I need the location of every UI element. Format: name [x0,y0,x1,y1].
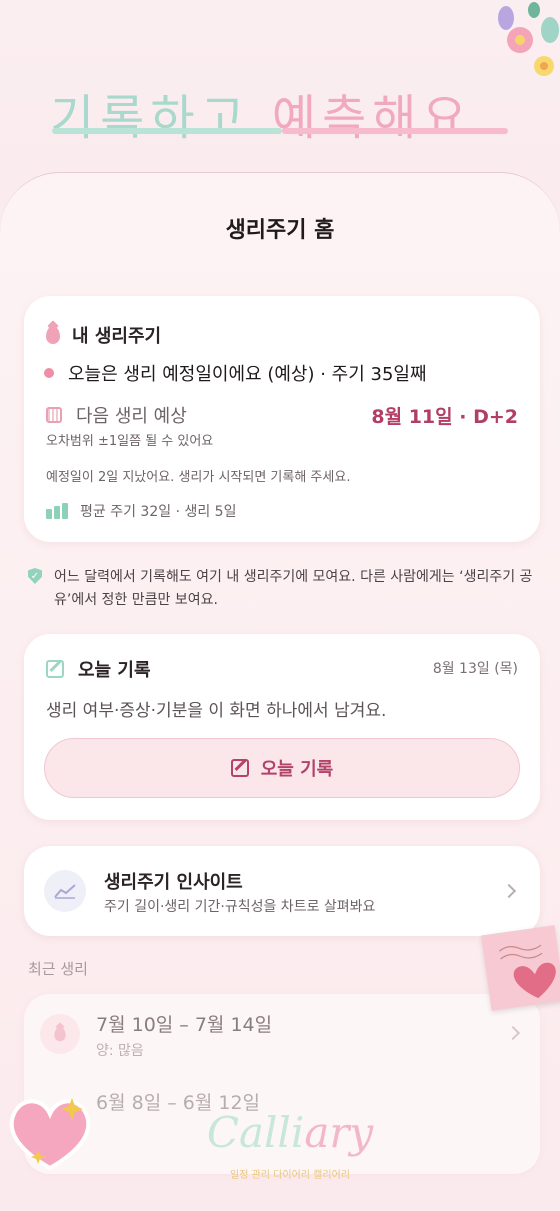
today-record-button[interactable]: 오늘 기록 [44,738,520,798]
recent-periods-label: 최근 생리 [28,960,88,978]
insight-card-title: 생리주기 인사이트 [104,872,243,893]
insight-card[interactable]: 생리주기 인사이트 주기 길이·생리 기간·규칙성을 차트로 살펴봐요 [24,846,540,936]
privacy-note: 어느 달력에서 기록해도 여기 내 생리주기에 모여요. 다른 사람에게는 ‘생… [54,569,533,608]
range-note: 오차범위 ±1일쯤 될 수 있어요 [46,434,214,449]
hero-banner: 기록하고 예측해요. [0,0,560,180]
today-card-desc: 생리 여부·증상·기분을 이 화면 하나에서 남겨요. [46,701,387,721]
watermark-text-a: Calli [206,1108,305,1157]
calendar-icon [46,407,62,423]
overdue-note: 예정일이 2일 지났어요. 생리가 시작되면 기록해 주세요. [46,470,351,485]
hero-title-part2: 예측해요. [271,90,494,146]
chevron-right-icon [501,883,517,899]
cycle-card-title: 내 생리주기 [72,326,162,347]
heart-icon [499,944,556,999]
recent-period-detail: 양: 많음 [96,1043,144,1059]
next-period-label: 다음 생리 예상 [76,406,187,427]
edit-icon [46,660,64,678]
list-item[interactable]: 7월 10일 – 7월 14일 양: 많음 [24,994,540,1074]
drop-circle-icon [40,1014,80,1054]
average-cycle-text: 평균 주기 32일 · 생리 5일 [80,504,237,520]
cycle-status-text: 오늘은 생리 예정일이에요 (예상) · 주기 35일째 [68,364,427,385]
sticky-note-decoration [481,925,560,1011]
next-period-value: 8월 11일 · D+2 [371,406,518,428]
line-chart-icon [44,870,86,912]
watermark-subtitle: 일정 관리 다이어리 캘리어리 [230,1170,350,1181]
today-record-card: 오늘 기록 8월 13일 (목) 생리 여부·증상·기분을 이 화면 하나에서 … [24,634,540,820]
hero-underline-pink [282,128,508,134]
heart-sticker-icon [9,1098,91,1171]
my-cycle-card[interactable]: 내 생리주기 오늘은 생리 예정일이에요 (예상) · 주기 35일째 다음 생… [24,296,540,542]
flower-decoration-icon [498,2,559,76]
today-card-title: 오늘 기록 [78,660,151,681]
watermark-text-b: ary [304,1108,374,1157]
hero-underline-mint [52,128,282,134]
today-date: 8월 13일 (목) [432,661,518,677]
today-record-button-label: 오늘 기록 [260,759,334,780]
hero-title-part1: 기록하고 [50,90,251,146]
page-title: 생리주기 홈 [225,218,335,243]
bar-chart-icon [46,503,68,519]
edit-icon [230,759,249,777]
app-watermark-logo: Calliary [190,1108,390,1157]
insight-card-subtitle: 주기 길이·생리 기간·규칙성을 차트로 살펴봐요 [104,899,376,915]
chevron-right-icon [505,1025,521,1041]
status-dot-icon [44,368,54,378]
recent-period-range: 7월 10일 – 7월 14일 [96,1014,273,1036]
blood-drop-icon [46,326,60,344]
